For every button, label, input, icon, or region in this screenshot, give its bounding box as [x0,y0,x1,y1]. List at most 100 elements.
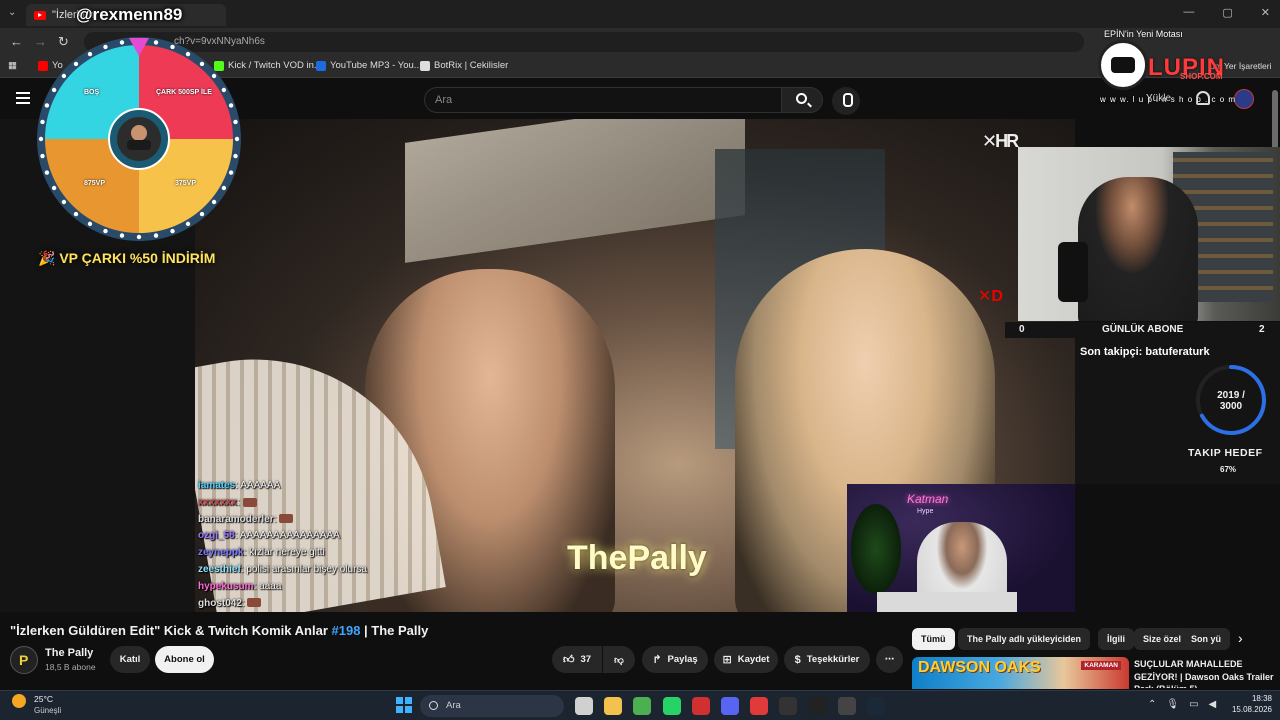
explorer-taskbar-icon[interactable] [604,697,623,715]
chat-message: banaramoderler: [198,512,458,529]
daily-sub-right: 2 [1259,324,1265,335]
wheel-light [38,136,44,142]
filter-chip[interactable]: İlgili [1098,628,1134,650]
avatar-beard [127,140,151,150]
chat-emote-icon [279,514,294,524]
subscribe-button[interactable]: Abone ol [155,646,214,673]
network-icon[interactable]: ▭ [1189,699,1208,710]
task-view-taskbar-icon[interactable] [575,697,593,715]
desk [877,592,1017,612]
wheel-light [211,73,217,79]
menu-icon[interactable] [16,92,30,104]
weather-sun-icon[interactable] [12,694,26,708]
awning [405,119,745,263]
filter-chip[interactable]: Son yü [1182,628,1231,650]
channel-avatar[interactable] [10,646,38,674]
chat-text: : [236,496,243,508]
apps-grid-icon[interactable]: ▦ [8,60,17,71]
discord-taskbar-icon[interactable] [721,697,739,715]
maximize-button[interactable]: ▢ [1222,6,1232,19]
chat-message: ghost042: [198,596,458,613]
bookmark-icon: ⊞ [722,654,732,666]
voice-search-icon[interactable] [832,87,860,115]
like-button[interactable]: 👍︎ 37 [552,646,602,673]
filter-chip[interactable]: Tümü [912,628,955,650]
bookmark-item[interactable]: BotRix | Cekilisler [420,60,508,71]
minimize-button[interactable]: — [1183,6,1194,19]
last-follower: Son takipçi: batuferaturk [1080,346,1210,358]
wheel-light [51,185,57,191]
app-record-taskbar-icon[interactable] [750,697,769,715]
chat-username: xxxxxxx [198,496,237,508]
chat-message: ozgi_58: AAAAAAAAAAAAAAA [198,528,458,545]
bookmark-item[interactable]: YouTube MP3 - You... [316,60,422,71]
steam-taskbar-icon[interactable] [867,697,885,715]
stream-chat-overlay: iamates: AAAAAA xxxxxxx: banaramoderler: … [198,478,458,612]
search-button[interactable] [781,87,823,113]
clock[interactable]: 18:38 15.08.2026 [1226,693,1272,715]
wheel-light [40,119,45,125]
chat-message: xxxxxxx: [198,495,458,512]
obs-taskbar-icon[interactable] [837,697,856,715]
wheel-light [61,73,67,79]
sponsor-website: w w w. l u p i n s h o p . c o m [1100,95,1237,104]
neon-sign: Katman [907,492,949,506]
webcam-main [1018,147,1280,321]
wheel-light [199,61,205,67]
terminal-taskbar-icon[interactable] [779,697,798,715]
tab-list-chevron-icon[interactable]: ⌄ [8,7,16,18]
x-logo-icon: ✕HR [982,131,1019,151]
wheel-light [153,233,159,238]
wheel-light [73,211,79,217]
account-avatar[interactable] [1234,89,1254,109]
channel-name[interactable]: The Pally [45,647,93,659]
close-button[interactable]: ✕ [1261,6,1270,19]
hashtag-link[interactable]: #198 [332,623,361,638]
wheel-light [44,170,50,175]
wheel-light [136,234,142,240]
chat-username: banaramoderler [198,513,274,525]
search-input[interactable]: Ara [424,87,782,113]
wheel-light [211,199,217,205]
wheel-light [153,40,159,45]
tray-chevron-icon[interactable]: ⌃ [1148,699,1166,710]
wheel-light [185,51,191,57]
recommendation-title[interactable]: SUÇLULAR MAHALLEDE GEZİYOR! | Dawson Oak… [1134,658,1274,688]
wheel-light [87,51,93,57]
chat-text: : AAAAAAAAAAAAAAA [234,530,340,542]
whatsapp-taskbar-icon[interactable] [662,697,681,715]
app-dark-taskbar-icon[interactable] [808,697,827,715]
wheel-label-bos: BOŞ [84,89,100,96]
more-actions-button[interactable]: ⋯ [876,646,903,673]
wheel-light [170,44,175,50]
chat-username: zeyneppk [198,547,244,559]
follow-goal-count: 2019 / 3000 [1217,390,1245,412]
chrome-taskbar-icon[interactable] [633,697,652,715]
botrix-bookmark-icon [420,60,430,71]
app-red-taskbar-icon[interactable] [691,697,710,715]
back-arrow-icon[interactable]: ← [10,34,23,49]
volume-icon[interactable]: ◀ [1209,699,1227,710]
thanks-button[interactable]: $ Teşekkürler [784,646,870,673]
browser-titlebar: ⌄ "İzlerken — ▢ ✕ [0,0,1280,28]
wheel-light [221,185,227,191]
wheel-light [40,153,45,159]
start-button-icon[interactable] [396,697,412,713]
system-tray: ⌃🎙︎▭◀ [1148,699,1226,710]
save-button[interactable]: ⊞ Kaydet [714,646,778,673]
recommendation-thumbnail[interactable]: DAWSON OAKS KARAMAN [912,657,1129,689]
chips-next-chevron-icon[interactable]: › [1238,630,1243,646]
daily-sub-left: 0 [1019,324,1025,335]
dislike-button[interactable]: 👎︎ [603,646,635,673]
join-button[interactable]: Katıl [110,646,150,673]
wheel-light [228,103,234,108]
taskbar-search[interactable]: Ara [420,695,564,717]
mp3-bookmark-icon [316,60,326,71]
x-logo-red-icon: ✕D [978,288,1003,305]
mic-tray-icon[interactable]: 🎙︎ [1166,699,1189,710]
share-button[interactable]: ↱ Paylaş [642,646,708,673]
follow-goal-title: TAKIP HEDEF [1188,447,1263,459]
windows-taskbar: 25°C Güneşli Ara ⌃🎙︎▭◀ 18:38 15.08.2026 [0,690,1280,720]
filter-chip[interactable]: The Pally adlı yükleyiciden [958,628,1091,650]
chat-username: ozgi_58 [198,530,235,542]
